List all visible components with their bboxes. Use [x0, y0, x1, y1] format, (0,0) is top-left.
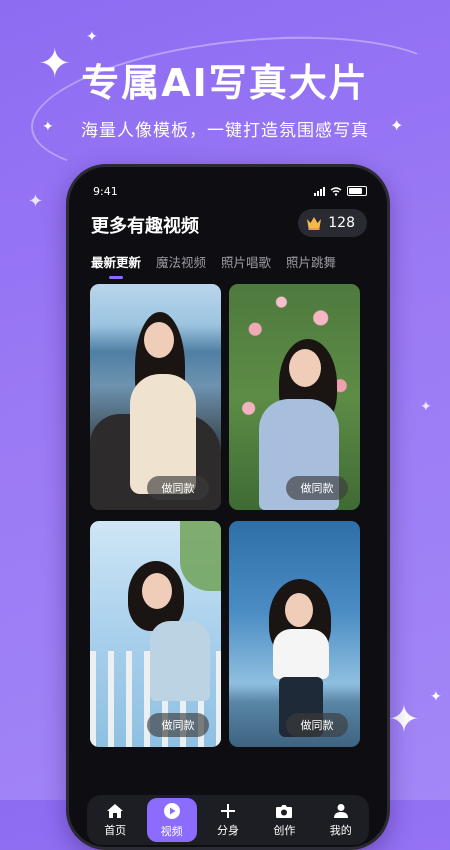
video-card[interactable]: 做同款 [229, 521, 360, 747]
play-icon [163, 802, 180, 819]
make-same-button[interactable]: 做同款 [147, 476, 209, 500]
nav-label: 创作 [273, 823, 296, 837]
page-title: 更多有趣视频 [91, 216, 199, 237]
category-tabs: 最新更新 魔法视频 照片唱歌 照片跳舞 [91, 252, 336, 279]
nav-label: 我的 [329, 823, 352, 837]
sparkle-icon: ✦ [28, 191, 44, 212]
portrait-face [144, 322, 174, 358]
make-same-button[interactable]: 做同款 [286, 713, 348, 737]
home-icon [107, 803, 124, 818]
nav-profile[interactable]: 我的 [316, 798, 366, 842]
make-same-button[interactable]: 做同款 [147, 713, 209, 737]
camera-icon [276, 804, 293, 818]
sparkle-icon: ✦ [430, 689, 442, 705]
coin-balance-button[interactable]: 128 [298, 209, 367, 237]
video-card[interactable]: 做同款 [229, 284, 360, 510]
sparkle-icon: ✦ [388, 697, 420, 741]
video-card[interactable]: 做同款 [90, 284, 221, 510]
wifi-icon [330, 186, 342, 196]
nav-create[interactable]: 创作 [259, 798, 309, 842]
portrait-face [289, 349, 321, 387]
tab-photo-dance[interactable]: 照片跳舞 [286, 252, 336, 279]
tree-shape [180, 521, 221, 591]
phone-frame: 9:41 更多有趣视频 128 最新更新 魔法视频 照片唱歌 照片跳舞 做同款 … [66, 164, 390, 850]
nav-label: 分身 [216, 823, 239, 837]
status-bar: 9:41 [91, 185, 367, 201]
status-time: 9:41 [93, 185, 118, 198]
video-card[interactable]: 做同款 [90, 521, 221, 747]
nav-video[interactable]: 视频 [146, 798, 197, 842]
sparkle-icon: ✦ [86, 29, 98, 45]
tab-latest[interactable]: 最新更新 [91, 252, 141, 279]
signal-icon [314, 186, 325, 196]
nav-home[interactable]: 首页 [90, 798, 140, 842]
portrait-shirt [273, 629, 329, 679]
promo-headline: 专属AI写真大片 [81, 61, 369, 105]
plus-icon [220, 803, 235, 818]
promo-subline: 海量人像模板，一键打造氛围感写真 [81, 121, 369, 141]
make-same-button[interactable]: 做同款 [286, 476, 348, 500]
portrait-dress [150, 621, 210, 701]
tab-photo-sing[interactable]: 照片唱歌 [221, 252, 271, 279]
nav-label: 首页 [104, 823, 127, 837]
battery-icon [347, 186, 367, 196]
nav-label: 视频 [160, 824, 183, 838]
tab-magic-video[interactable]: 魔法视频 [156, 252, 206, 279]
bottom-nav: 首页 视频 分身 创作 我的 [87, 795, 369, 845]
person-icon [333, 803, 348, 818]
coin-count: 128 [328, 215, 355, 231]
portrait-face [285, 593, 313, 627]
crown-icon [306, 216, 322, 230]
sparkle-icon: ✦ [420, 399, 432, 415]
nav-clone[interactable]: 分身 [203, 798, 253, 842]
portrait-face [142, 573, 172, 609]
